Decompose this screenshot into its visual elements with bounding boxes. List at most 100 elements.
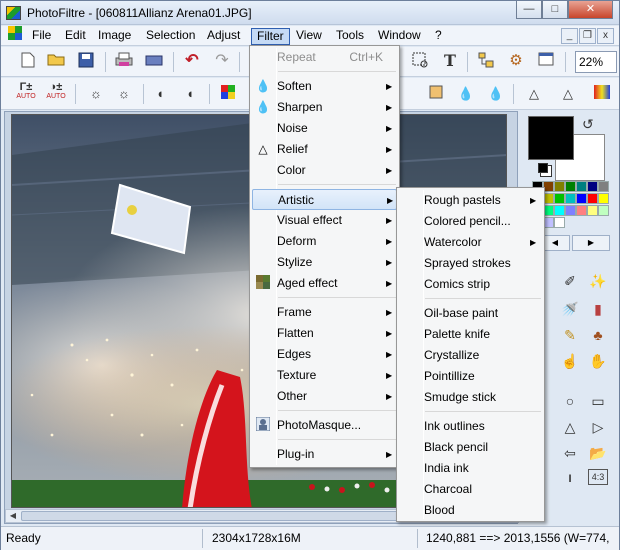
photomasque-icon	[255, 416, 271, 433]
minimize-button[interactable]: —	[516, 1, 542, 19]
auto-contrast-icon[interactable]: ◑± AUTO	[45, 82, 67, 106]
contrast-plus-icon[interactable]: ◖	[181, 85, 199, 103]
menu-item-color[interactable]: Color ▶	[252, 160, 397, 181]
menu-selection[interactable]: Selection	[141, 28, 200, 45]
menu-item-texture[interactable]: Texture ▶	[252, 365, 397, 386]
mdi-restore-button[interactable]: ❐	[579, 28, 596, 44]
swap-colors-icon[interactable]: ↺	[582, 116, 594, 133]
menu-item-crystallize[interactable]: Crystallize	[399, 345, 542, 366]
menu-adjust[interactable]: Adjust	[202, 28, 245, 45]
brightness-plus-icon[interactable]: ☼	[115, 85, 133, 103]
mask-icon[interactable]	[427, 85, 445, 103]
menu-item-smudge-stick[interactable]: Smudge stick	[399, 387, 542, 408]
menu-view[interactable]: View	[291, 28, 327, 45]
new-file-icon[interactable]	[19, 52, 37, 70]
auto-levels-icon[interactable]: Γ± AUTO	[15, 82, 37, 106]
menu-filter[interactable]: Filter	[251, 28, 290, 45]
undo-icon[interactable]: ↶	[183, 52, 201, 70]
mdi-close-button[interactable]: x	[597, 28, 614, 44]
spray-icon[interactable]: ▮	[588, 299, 608, 319]
zoom-level-field[interactable]: 22%	[575, 51, 617, 73]
palette-next-button[interactable]: ▶	[572, 235, 610, 251]
menu-item-frame[interactable]: Frame ▶	[252, 302, 397, 323]
brightness-minus-icon[interactable]: ☼	[87, 85, 105, 103]
redo-icon[interactable]: ↷	[213, 52, 231, 70]
relief-icon[interactable]: △	[525, 85, 543, 103]
arrow-left-shape-icon[interactable]: ⇦	[560, 443, 580, 463]
menu-item-photomasque[interactable]: PhotoMasque...	[252, 415, 397, 436]
doc-icon[interactable]	[5, 26, 25, 46]
folder-shape-icon[interactable]: 📂	[588, 443, 608, 463]
menu-item-noise[interactable]: Noise ▶	[252, 118, 397, 139]
save-disk-icon[interactable]	[77, 52, 95, 70]
hand-icon[interactable]: ✋	[588, 351, 608, 371]
scan-icon[interactable]	[145, 52, 163, 70]
smudge-icon[interactable]: ☝	[560, 351, 580, 371]
sharpen-drop-icon[interactable]: 💧	[487, 85, 505, 103]
maximize-button[interactable]: □	[542, 1, 568, 19]
reset-colors-icon[interactable]	[538, 163, 548, 173]
menu-item-flatten[interactable]: Flatten ▶	[252, 323, 397, 344]
menu-edit[interactable]: Edit	[60, 28, 91, 45]
menu-item-relief[interactable]: △ Relief ▶	[252, 139, 397, 160]
menu-item-black-pencil[interactable]: Black pencil	[399, 437, 542, 458]
explorer-icon[interactable]	[477, 52, 495, 70]
menu-item-stylize[interactable]: Stylize ▶	[252, 252, 397, 273]
magic-wand-icon[interactable]: ✨	[588, 271, 608, 291]
selection-crop-icon[interactable]	[411, 52, 429, 70]
app-icon[interactable]	[6, 6, 21, 20]
menu-item-visual-effect[interactable]: Visual effect ▶	[252, 210, 397, 231]
ellipse-icon[interactable]: ○	[560, 391, 580, 411]
triangle-icon[interactable]: △	[559, 85, 577, 103]
saturation-icon[interactable]	[219, 85, 237, 103]
text-tool-icon[interactable]: T	[441, 52, 459, 70]
menu-file[interactable]: File	[27, 28, 56, 45]
menu-item-deform[interactable]: Deform ▶	[252, 231, 397, 252]
menu-item-soften[interactable]: 💧 Soften ▶	[252, 76, 397, 97]
menu-help[interactable]: ?	[430, 28, 447, 45]
foreground-color-swatch[interactable]	[528, 116, 574, 160]
menu-item-watercolor[interactable]: Watercolor ▶	[399, 232, 542, 253]
menu-item-sharpen[interactable]: 💧 Sharpen ▶	[252, 97, 397, 118]
menu-item-aged-effect[interactable]: Aged effect ▶	[252, 273, 397, 294]
contrast-minus-icon[interactable]: ◖	[151, 85, 169, 103]
print-icon[interactable]	[115, 52, 133, 70]
stamp-icon[interactable]: ♣	[588, 325, 608, 345]
menu-item-blood[interactable]: Blood	[399, 500, 542, 521]
menu-item-ink-outlines[interactable]: Ink outlines	[399, 416, 542, 437]
menu-item-charcoal[interactable]: Charcoal	[399, 479, 542, 500]
artistic-submenu: Rough pastels ▶ Colored pencil... Waterco…	[396, 187, 545, 522]
menu-item-other[interactable]: Other ▶	[252, 386, 397, 407]
menu-item-artistic[interactable]: Artistic ▶	[252, 189, 397, 210]
mdi-minimize-button[interactable]: _	[561, 28, 578, 44]
menu-item-plug-in[interactable]: Plug-in ▶	[252, 444, 397, 465]
image-size-text: 2304x1728x16M	[212, 531, 301, 545]
triangle-shape-icon[interactable]: △	[560, 417, 580, 437]
automation-gear-icon[interactable]: ⚙	[507, 52, 525, 70]
arrow-right-shape-icon[interactable]: ▷	[588, 417, 608, 437]
eyedropper-icon[interactable]: ✐	[560, 271, 580, 291]
aspect-ratio-icon[interactable]: 4:3	[588, 469, 608, 485]
menu-item-india-ink[interactable]: India ink	[399, 458, 542, 479]
menu-item-palette-knife[interactable]: Palette knife	[399, 324, 542, 345]
menu-item-edges[interactable]: Edges ▶	[252, 344, 397, 365]
gradient-icon[interactable]	[593, 85, 611, 103]
menu-item-pointillize[interactable]: Pointillize	[399, 366, 542, 387]
open-folder-icon[interactable]	[47, 52, 65, 70]
menu-window[interactable]: Window	[373, 28, 426, 45]
menu-image[interactable]: Image	[93, 28, 136, 45]
rounded-rect-icon[interactable]: ▭	[588, 391, 608, 411]
brush-icon[interactable]: ✎	[560, 325, 580, 345]
menu-item-colored-pencil[interactable]: Colored pencil...	[399, 211, 542, 232]
menu-tools[interactable]: Tools	[331, 28, 369, 45]
menu-item-oil-base-paint[interactable]: Oil-base paint	[399, 303, 542, 324]
close-button[interactable]: ✕	[568, 1, 613, 19]
menu-item-comics-strip[interactable]: Comics strip	[399, 274, 542, 295]
menu-item-sprayed-strokes[interactable]: Sprayed strokes	[399, 253, 542, 274]
blur-drop-icon[interactable]: 💧	[457, 85, 475, 103]
menu-item-rough-pastels[interactable]: Rough pastels ▶	[399, 190, 542, 211]
window-panel-icon[interactable]	[537, 52, 555, 70]
scroll-left-arrow-icon[interactable]: ◀	[6, 510, 20, 522]
fill-bucket-icon[interactable]: 🚿	[560, 299, 580, 319]
cursor-shape-icon[interactable]: I	[560, 469, 580, 489]
